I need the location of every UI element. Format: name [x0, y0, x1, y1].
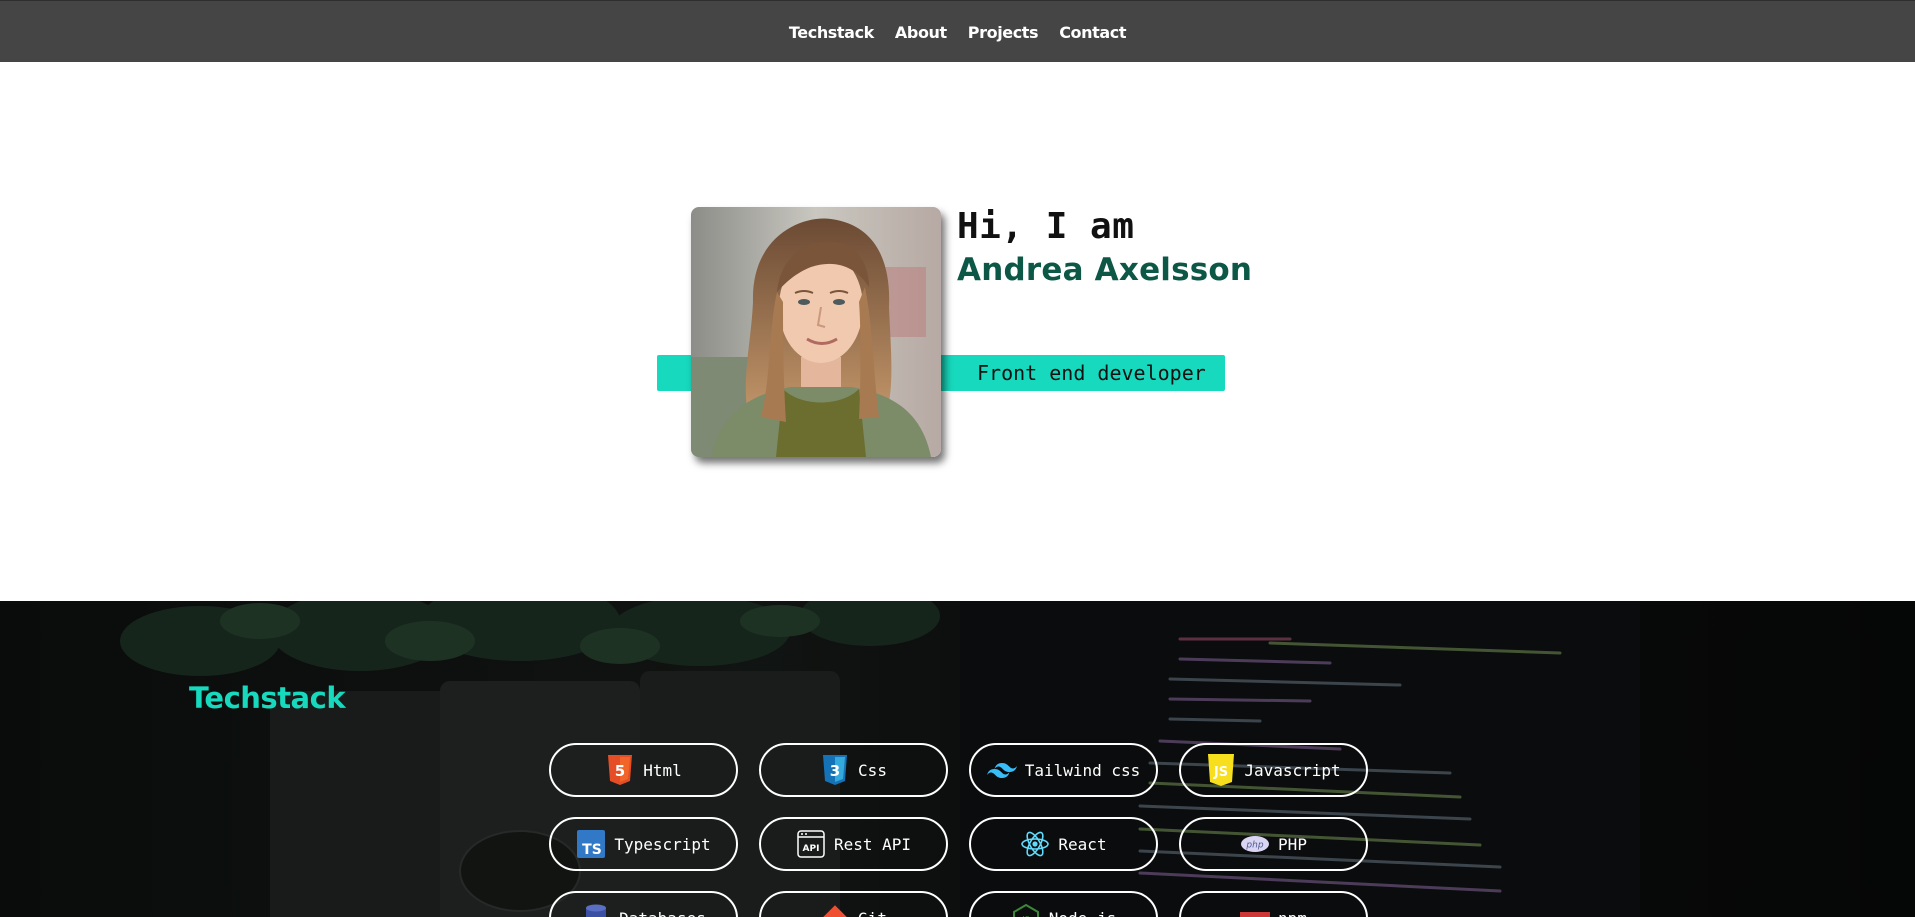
tech-pill-npm[interactable]: npm npm: [1179, 891, 1368, 917]
svg-text:TS: TS: [583, 842, 603, 858]
api-icon: API: [796, 829, 826, 859]
tech-pill-rest-api[interactable]: API Rest API: [759, 817, 948, 871]
tech-pill-typescript[interactable]: TS Typescript: [549, 817, 738, 871]
tech-pill-databases[interactable]: Databases: [549, 891, 738, 917]
tech-pill-label: Css: [858, 760, 887, 780]
tailwind-icon: [986, 755, 1017, 785]
developer-name: Andrea Axelsson: [957, 252, 1253, 288]
tech-pill-label: Typescript: [614, 834, 711, 854]
svg-text:JS: JS: [1213, 765, 1228, 780]
tech-pill-javascript[interactable]: JS Javascript: [1179, 743, 1368, 797]
nav-link-about[interactable]: About: [895, 21, 947, 42]
tech-pill-label: Html: [643, 760, 682, 780]
tech-pill-php[interactable]: php PHP: [1179, 817, 1368, 871]
tech-pill-label: Javascript: [1244, 760, 1341, 780]
tech-pill-label: npm: [1278, 909, 1307, 917]
techstack-section: Techstack 5 Html 3 Css Tailwind css JS J…: [0, 601, 1915, 917]
tech-pill-label: Databases: [619, 909, 706, 917]
tech-pill-tailwind[interactable]: Tailwind css: [969, 743, 1158, 797]
html5-icon: 5: [605, 755, 635, 785]
background-photo: [0, 601, 1915, 917]
tech-pill-html[interactable]: 5 Html: [549, 743, 738, 797]
typescript-icon: TS: [576, 829, 606, 859]
hero-section: Hi, I am Andrea Axelsson Front end devel…: [0, 62, 1915, 601]
tech-pill-label: Node.js: [1049, 909, 1116, 917]
tech-pill-nodejs[interactable]: JS Node.js: [969, 891, 1158, 917]
react-icon: [1020, 829, 1050, 859]
tech-pill-css[interactable]: 3 Css: [759, 743, 948, 797]
role-title: Front end developer: [977, 361, 1206, 385]
svg-text:5: 5: [615, 762, 625, 780]
techstack-title: Techstack: [189, 681, 346, 715]
greeting-text: Hi, I am: [957, 206, 1135, 247]
tech-pill-label: Git: [858, 909, 887, 917]
css3-icon: 3: [820, 755, 850, 785]
svg-text:API: API: [803, 844, 820, 854]
top-navigation: Techstack About Projects Contact: [0, 0, 1915, 62]
tech-pill-react[interactable]: React: [969, 817, 1158, 871]
tech-pill-label: React: [1058, 834, 1107, 854]
profile-photo: [691, 207, 941, 457]
portrait-illustration: [691, 207, 941, 457]
nav-link-projects[interactable]: Projects: [968, 21, 1039, 42]
git-icon: [820, 903, 850, 917]
nav-link-contact[interactable]: Contact: [1059, 21, 1126, 42]
php-icon: php: [1240, 829, 1270, 859]
tech-pill-label: PHP: [1278, 834, 1307, 854]
tech-pill-label: Rest API: [833, 834, 912, 854]
javascript-icon: JS: [1206, 754, 1236, 786]
nodejs-icon: JS: [1011, 903, 1041, 917]
nav-link-techstack[interactable]: Techstack: [789, 21, 874, 42]
tech-pill-git[interactable]: Git: [759, 891, 948, 917]
tech-pill-label: Tailwind css: [1024, 760, 1141, 780]
npm-icon: npm: [1240, 903, 1271, 917]
database-icon: [581, 903, 611, 917]
svg-text:3: 3: [830, 762, 840, 780]
svg-text:php: php: [1245, 841, 1263, 851]
